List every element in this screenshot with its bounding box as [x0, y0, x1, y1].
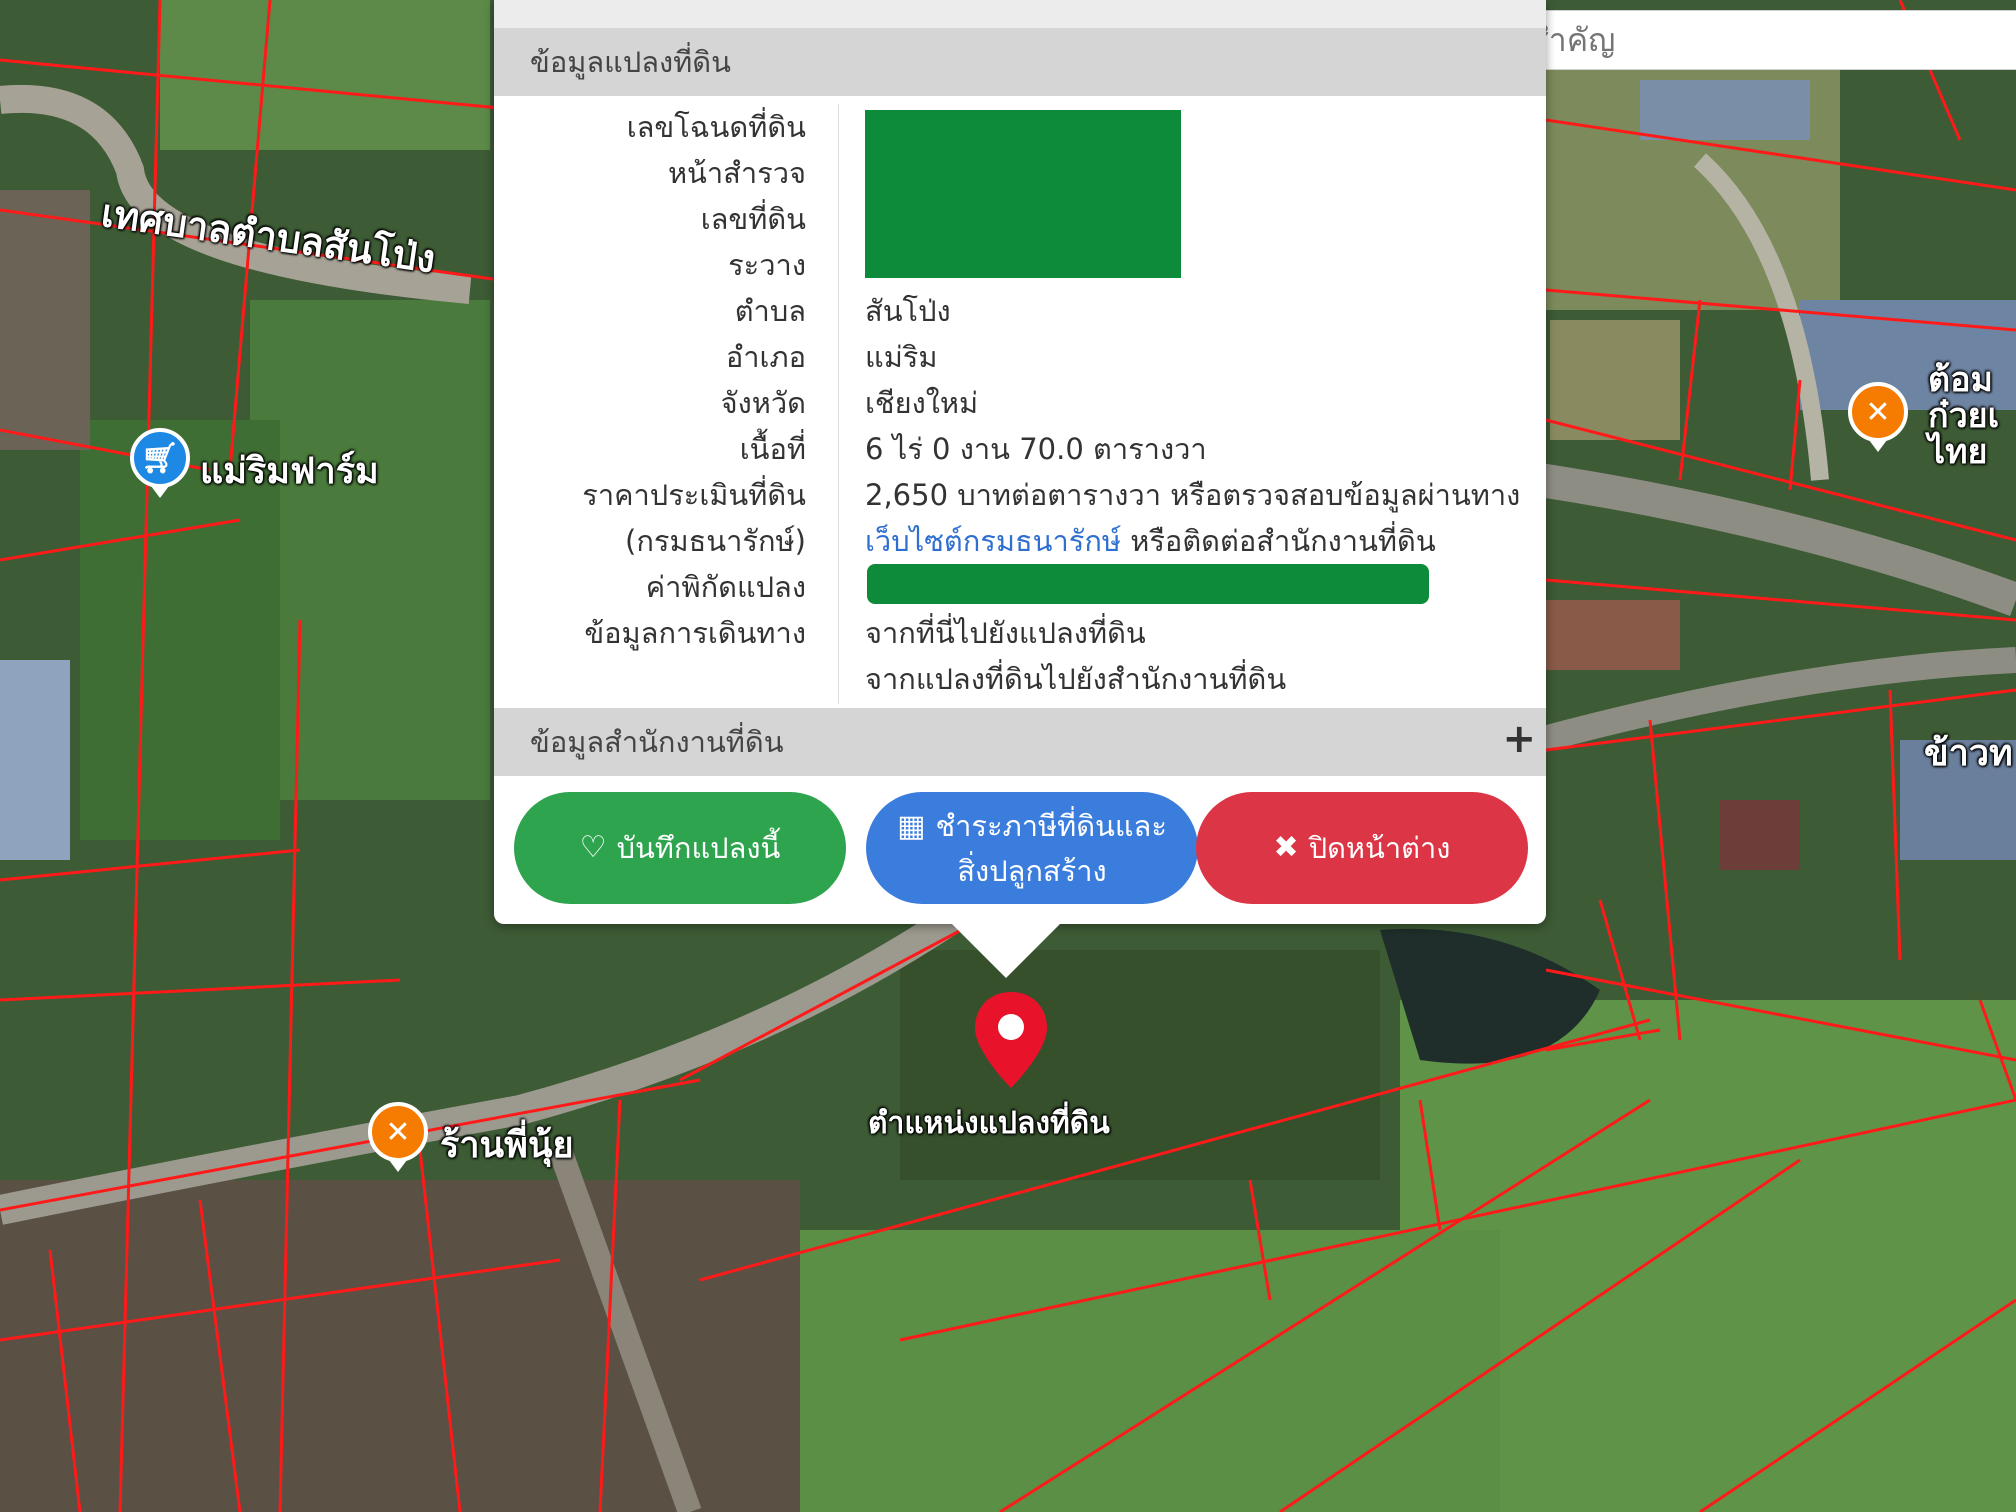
row-province: จังหวัด เชียงใหม่: [494, 378, 1546, 424]
cart-icon[interactable]: 🛒︎: [130, 428, 190, 488]
section-header-parcel-info[interactable]: ข้อมูลแปลงที่ดิน: [494, 28, 1546, 96]
redacted-block-coords: [867, 564, 1429, 604]
label-price-source: (กรมธนารักษ์): [625, 524, 806, 558]
value-price: 2,650 บาทต่อตารางวา หรือตรวจสอบข้อมูลผ่า…: [865, 478, 1521, 512]
pay-tax-line1: ▦ ชำระภาษีที่ดินและ: [897, 804, 1167, 849]
location-pin-icon[interactable]: [971, 990, 1051, 1090]
label-travel: ข้อมูลการเดินทาง: [584, 616, 806, 650]
pay-tax-label-2: สิ่งปลูกสร้าง: [957, 853, 1107, 888]
save-parcel-label: บันทึกแปลงนี้: [616, 831, 781, 865]
label-land-no: เลขที่ดิน: [700, 202, 806, 236]
value-province: เชียงใหม่: [865, 386, 979, 420]
travel-link-to-parcel[interactable]: จากที่นี่ไปยังแปลงที่ดิน: [865, 610, 1146, 656]
label-deed-no: เลขโฉนดที่ดิน: [626, 110, 806, 144]
poi-label-noodle-shop[interactable]: ต้อม ก๋วยเ ไทย: [1928, 362, 2016, 470]
label-subdistrict: ตำบล: [734, 294, 806, 328]
row-price-2: (กรมธนารักษ์) เว็บไซต์กรมธนารักษ์ หรือติ…: [494, 516, 1546, 562]
label-coords: ค่าพิกัดแปลง: [645, 570, 806, 604]
value-price-contact: หรือติดต่อสำนักงานที่ดิน: [1121, 524, 1436, 558]
row-travel-2: จากแปลงที่ดินไปยังสำนักงานที่ดิน: [494, 654, 1546, 700]
value-area: 6 ไร่ 0 งาน 70.0 ตารางวา: [865, 432, 1207, 466]
restaurant-icon[interactable]: ✕: [368, 1102, 428, 1162]
value-district: แม่ริม: [865, 340, 938, 374]
label-sheet: ระวาง: [728, 248, 806, 282]
value-subdistrict: สันโป่ง: [865, 294, 951, 328]
redacted-block-deed: [865, 110, 1181, 278]
row-area: เนื้อที่ 6 ไร่ 0 งาน 70.0 ตารางวา: [494, 424, 1546, 470]
section-title: ข้อมูลแปลงที่ดิน: [530, 45, 731, 79]
close-window-button[interactable]: ✖ ปิดหน้าต่าง: [1196, 792, 1528, 904]
pay-tax-button[interactable]: ▦ ชำระภาษีที่ดินและ สิ่งปลูกสร้าง: [866, 792, 1198, 904]
row-subdistrict: ตำบล สันโป่ง: [494, 286, 1546, 332]
pay-tax-label-1: ชำระภาษีที่ดินและ: [935, 808, 1167, 843]
section-title: ข้อมูลสำนักงานที่ดิน: [530, 725, 784, 759]
poi-label-khao[interactable]: ข้าวท: [1924, 724, 2013, 781]
travel-link-to-office[interactable]: จากแปลงที่ดินไปยังสำนักงานที่ดิน: [865, 656, 1286, 702]
land-parcel-popup: ข้อมูลแปลงที่ดิน เลขโฉนดที่ดิน หน้าสำรวจ…: [494, 0, 1546, 924]
close-window-label: ปิดหน้าต่าง: [1308, 831, 1451, 865]
row-travel: ข้อมูลการเดินทาง จากที่นี่ไปยังแปลงที่ดิ…: [494, 608, 1546, 654]
label-survey-page: หน้าสำรวจ: [667, 156, 806, 190]
treasury-website-link[interactable]: เว็บไซต์กรมธนารักษ์: [865, 524, 1121, 558]
qr-code-icon: ▦: [897, 808, 926, 844]
restaurant-icon[interactable]: ✕: [1848, 382, 1908, 442]
save-parcel-button[interactable]: ♡ บันทึกแปลงนี้: [514, 792, 846, 904]
close-icon: ✖: [1273, 830, 1299, 865]
poi-label-restaurant[interactable]: ร้านพี่นุ้ย: [440, 1116, 574, 1173]
action-button-bar: ♡ บันทึกแปลงนี้ ▦ ชำระภาษีที่ดินและ สิ่งป…: [494, 776, 1546, 927]
label-price: ราคาประเมินที่ดิน: [582, 478, 806, 512]
heart-icon: ♡: [579, 830, 607, 865]
poi-label-mae-rim-farm[interactable]: แม่ริมฟาร์ม: [200, 442, 379, 499]
row-price: ราคาประเมินที่ดิน 2,650 บาทต่อตารางวา หร…: [494, 470, 1546, 516]
parcel-info-table: เลขโฉนดที่ดิน หน้าสำรวจ เลขที่ดิน ระวาง …: [494, 96, 1546, 708]
pin-label: ตำแหน่งแปลงที่ดิน: [868, 1106, 1110, 1141]
popup-top-bar: [494, 0, 1546, 28]
value-price-2: เว็บไซต์กรมธนารักษ์ หรือติดต่อสำนักงานที…: [865, 518, 1436, 564]
label-district: อำเภอ: [725, 340, 806, 374]
expand-plus-icon[interactable]: +: [1502, 716, 1536, 762]
label-province: จังหวัด: [720, 386, 806, 420]
label-area: เนื้อที่: [739, 432, 806, 466]
row-district: อำเภอ แม่ริม: [494, 332, 1546, 378]
popup-pointer: [950, 922, 1062, 978]
section-header-land-office[interactable]: ข้อมูลสำนักงานที่ดิน +: [494, 708, 1546, 776]
